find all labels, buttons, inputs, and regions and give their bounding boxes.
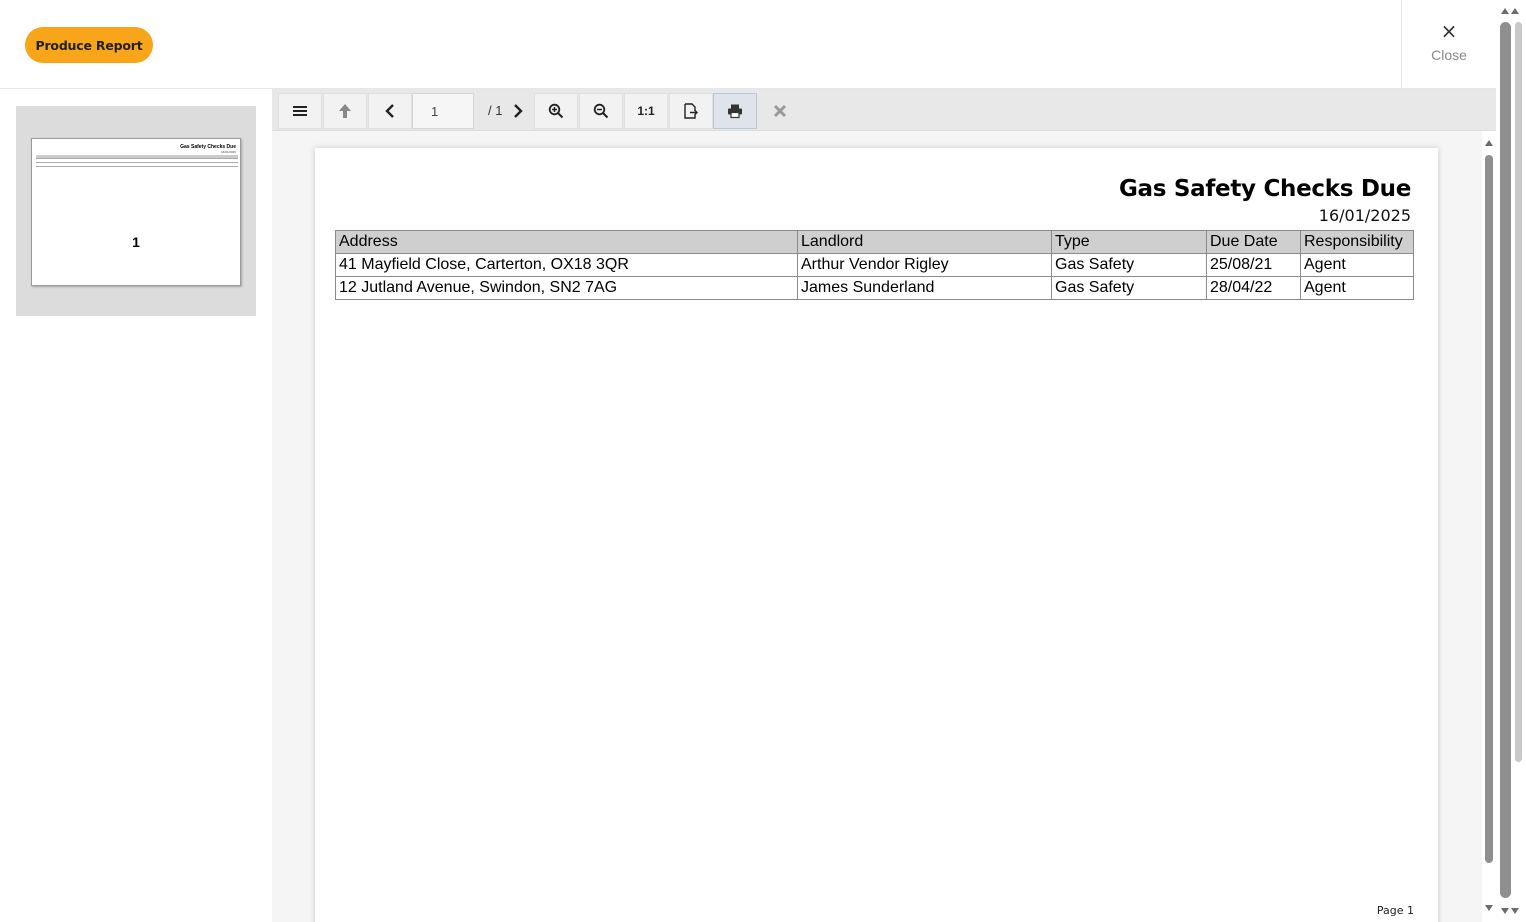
zoom-out-button[interactable] bbox=[579, 93, 623, 129]
viewer-scroll-down-icon[interactable] bbox=[1485, 905, 1493, 911]
viewer-scroll-up-icon[interactable] bbox=[1485, 140, 1493, 146]
scroll-up-arrow-icon[interactable] bbox=[1501, 8, 1509, 14]
export-icon bbox=[684, 103, 698, 119]
chevron-left-icon bbox=[385, 104, 394, 118]
scroll-down-arrow-icon-secondary[interactable] bbox=[1511, 908, 1519, 914]
close-icon: × bbox=[1440, 19, 1458, 43]
thumbnail-page-number: 1 bbox=[132, 234, 140, 250]
arrow-up-icon bbox=[339, 104, 351, 118]
page-thumbnail[interactable]: Gas Safety Checks Due 16/01/2025 1 bbox=[16, 106, 256, 316]
report-viewer: Gas Safety Checks Due 16/01/2025 Address… bbox=[272, 131, 1496, 922]
previous-page-button[interactable] bbox=[368, 93, 412, 129]
page-total: / 1 bbox=[488, 103, 503, 118]
landlord-cell: James Sunderland bbox=[797, 276, 1052, 300]
app-header: Produce Report × Close bbox=[0, 0, 1496, 89]
report-page: Gas Safety Checks Due 16/01/2025 Address… bbox=[315, 148, 1438, 922]
produce-report-button[interactable]: Produce Report bbox=[25, 27, 153, 63]
thumbnail-date: 16/01/2025 bbox=[220, 150, 236, 154]
responsibility-cell: Agent bbox=[1300, 276, 1414, 300]
zoom-in-button[interactable] bbox=[534, 93, 578, 129]
first-page-button[interactable] bbox=[323, 93, 367, 129]
address-cell: 12 Jutland Avenue, Swindon, SN2 7AG bbox=[335, 276, 798, 300]
viewer-toolbar: / 1 1:1 bbox=[272, 89, 1496, 131]
due-date-cell: 28/04/22 bbox=[1206, 276, 1301, 300]
report-date: 16/01/2025 bbox=[1318, 206, 1411, 225]
table-row: 41 Mayfield Close, Carterton, OX18 3QR A… bbox=[335, 253, 1414, 277]
viewer-scrollbar[interactable] bbox=[1482, 131, 1496, 922]
outer-scrollbar-thumb-secondary[interactable] bbox=[1515, 22, 1522, 762]
column-header: Landlord bbox=[797, 230, 1052, 254]
column-header: Responsibility bbox=[1300, 230, 1414, 254]
close-label: Close bbox=[1431, 47, 1467, 63]
table-header-row: Address Landlord Type Due Date Responsib… bbox=[335, 230, 1414, 254]
viewer-scrollbar-thumb[interactable] bbox=[1485, 155, 1493, 863]
address-cell: 41 Mayfield Close, Carterton, OX18 3QR bbox=[335, 253, 798, 277]
scroll-up-arrow-icon-secondary[interactable] bbox=[1511, 8, 1519, 14]
menu-icon bbox=[293, 106, 307, 116]
export-button[interactable] bbox=[669, 93, 713, 129]
actual-size-button[interactable]: 1:1 bbox=[624, 93, 668, 129]
zoom-in-icon bbox=[548, 103, 564, 119]
page-footer: Page 1 bbox=[1376, 904, 1414, 917]
thumbnail-table bbox=[36, 155, 238, 167]
due-date-cell: 25/08/21 bbox=[1206, 253, 1301, 277]
page-number-input[interactable] bbox=[412, 93, 474, 129]
scroll-down-arrow-icon[interactable] bbox=[1501, 908, 1509, 914]
thumbnail-panel: Gas Safety Checks Due 16/01/2025 1 bbox=[0, 89, 272, 922]
table-row: 12 Jutland Avenue, Swindon, SN2 7AG Jame… bbox=[335, 276, 1414, 300]
close-button[interactable]: × Close bbox=[1401, 0, 1496, 89]
type-cell: Gas Safety bbox=[1051, 253, 1207, 277]
outer-scrollbar-thumb[interactable] bbox=[1500, 22, 1511, 898]
report-table: Address Landlord Type Due Date Responsib… bbox=[335, 230, 1414, 300]
thumbnail-page-preview: Gas Safety Checks Due 16/01/2025 bbox=[31, 138, 241, 286]
column-header: Type bbox=[1051, 230, 1207, 254]
close-icon bbox=[773, 104, 787, 118]
type-cell: Gas Safety bbox=[1051, 276, 1207, 300]
landlord-cell: Arthur Vendor Rigley bbox=[797, 253, 1052, 277]
next-page-button[interactable] bbox=[502, 93, 534, 129]
report-title: Gas Safety Checks Due bbox=[1118, 176, 1411, 202]
zoom-out-icon bbox=[593, 103, 609, 119]
print-button[interactable] bbox=[713, 93, 757, 129]
menu-button[interactable] bbox=[278, 93, 322, 129]
chevron-right-icon bbox=[514, 104, 523, 118]
responsibility-cell: Agent bbox=[1300, 253, 1414, 277]
column-header: Address bbox=[335, 230, 798, 254]
close-viewer-button[interactable] bbox=[758, 93, 802, 129]
print-icon bbox=[728, 104, 742, 119]
column-header: Due Date bbox=[1206, 230, 1301, 254]
